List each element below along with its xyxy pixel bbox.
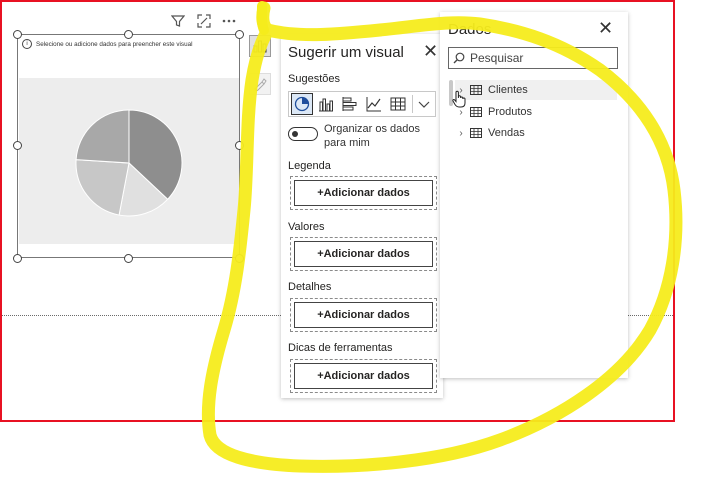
- table-icon: [470, 107, 482, 117]
- filter-icon[interactable]: [170, 14, 186, 30]
- table-icon: [470, 128, 482, 138]
- search-icon: [453, 52, 465, 64]
- line-chart-icon[interactable]: [363, 93, 385, 115]
- add-data-button-valores[interactable]: +Adicionar dados: [294, 241, 433, 267]
- resize-handle-top-right[interactable]: [235, 30, 244, 39]
- table-icon[interactable]: [387, 93, 409, 115]
- well-label-detalhes: Detalhes: [288, 281, 332, 293]
- build-pane-title: Sugerir um visual: [288, 44, 404, 61]
- toggle-knob: [292, 131, 298, 137]
- table-item-vendas[interactable]: › Vendas: [455, 123, 617, 143]
- organize-data-label: Organizar os dados para mim: [324, 123, 420, 149]
- data-search-input[interactable]: Pesquisar: [448, 47, 618, 69]
- well-label-valores: Valores: [288, 221, 325, 233]
- table-name: Clientes: [488, 84, 528, 96]
- focus-mode-icon[interactable]: [197, 14, 211, 30]
- stacked-bar-icon[interactable]: [339, 93, 361, 115]
- resize-handle-bottom[interactable]: [124, 254, 133, 263]
- add-data-button-legenda[interactable]: +Adicionar dados: [294, 180, 433, 206]
- suggestion-row: [288, 91, 436, 117]
- pie-chart-icon[interactable]: [291, 93, 313, 115]
- well-label-dicas: Dicas de ferramentas: [288, 342, 393, 354]
- pie-slice: [75, 109, 130, 164]
- suggestion-separator: [412, 95, 413, 113]
- well-label-legenda: Legenda: [288, 160, 331, 172]
- resize-handle-bottom-right[interactable]: [235, 254, 244, 263]
- resize-handle-top[interactable]: [124, 30, 133, 39]
- table-name: Produtos: [488, 106, 533, 118]
- data-pane-close-icon[interactable]: ✕: [598, 19, 613, 37]
- add-data-button-dicas[interactable]: +Adicionar dados: [294, 363, 433, 389]
- resize-handle-right[interactable]: [235, 141, 244, 150]
- resize-handle-top-left[interactable]: [13, 30, 22, 39]
- more-suggestions-chevron-icon[interactable]: [417, 99, 431, 109]
- build-visual-icon: [253, 40, 267, 53]
- suggestions-label: Sugestões: [288, 73, 340, 85]
- build-visual-button[interactable]: [249, 35, 271, 57]
- table-item-produtos[interactable]: › Produtos: [455, 102, 617, 122]
- more-options-icon[interactable]: [221, 14, 237, 30]
- format-visual-button[interactable]: [249, 73, 271, 95]
- add-data-button-detalhes[interactable]: +Adicionar dados: [294, 302, 433, 328]
- data-pane-title: Dados: [448, 21, 492, 38]
- clustered-column-icon[interactable]: [315, 93, 337, 115]
- resize-handle-left[interactable]: [13, 141, 22, 150]
- table-name: Vendas: [488, 127, 525, 139]
- pie-slice: [75, 159, 130, 216]
- hand-cursor-icon: [452, 90, 466, 108]
- table-item-clientes[interactable]: › Clientes: [455, 80, 617, 100]
- placeholder-info: i Selecione ou adicione dados para preen…: [20, 37, 238, 51]
- chevron-right-icon[interactable]: ›: [455, 107, 467, 118]
- placeholder-pie-chart: [75, 109, 183, 217]
- format-brush-icon: [254, 78, 267, 91]
- info-icon: i: [22, 39, 32, 49]
- placeholder-message: Selecione ou adicione dados para preench…: [36, 40, 193, 48]
- resize-handle-bottom-left[interactable]: [13, 254, 22, 263]
- chevron-right-icon[interactable]: ›: [455, 128, 467, 139]
- table-icon: [470, 85, 482, 95]
- search-placeholder: Pesquisar: [470, 51, 524, 65]
- build-pane-close-icon[interactable]: ✕: [423, 42, 438, 60]
